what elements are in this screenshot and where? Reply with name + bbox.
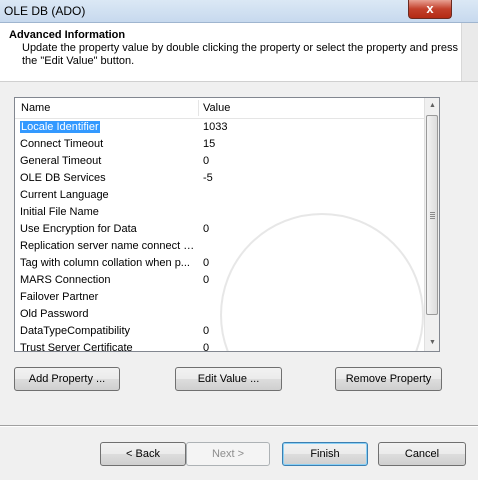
- table-row[interactable]: Connect Timeout 15: [15, 136, 424, 153]
- property-name: Tag with column collation when p...: [20, 257, 196, 269]
- next-button: Next >: [186, 442, 270, 466]
- property-name: Replication server name connect o...: [20, 240, 196, 252]
- property-name: Use Encryption for Data: [20, 223, 196, 235]
- finish-button[interactable]: Finish: [282, 442, 368, 466]
- close-button[interactable]: x: [408, 0, 452, 19]
- list-scrollbar[interactable]: ▲ ▼: [424, 98, 439, 351]
- column-value-header[interactable]: Value: [203, 102, 230, 114]
- table-row[interactable]: General Timeout 0: [15, 153, 424, 170]
- add-property-button[interactable]: Add Property ...: [14, 367, 120, 391]
- window-title: OLE DB (ADO): [4, 4, 86, 18]
- cancel-button[interactable]: Cancel: [378, 442, 466, 466]
- header-description: Update the property value by double clic…: [22, 42, 458, 67]
- scroll-down-icon[interactable]: ▼: [425, 335, 439, 351]
- table-row[interactable]: Trust Server Certificate 0: [15, 340, 424, 352]
- table-row[interactable]: Use Encryption for Data 0: [15, 221, 424, 238]
- property-name: MARS Connection: [20, 274, 196, 286]
- table-row[interactable]: MARS Connection 0: [15, 272, 424, 289]
- table-row[interactable]: Locale Identifier 1033: [15, 119, 424, 136]
- property-name-text: Old Password: [20, 308, 89, 320]
- property-value: 0: [203, 342, 210, 352]
- property-name-text: OLE DB Services: [20, 172, 106, 184]
- property-value: 0: [203, 274, 210, 286]
- property-name-text: Use Encryption for Data: [20, 223, 137, 235]
- edit-value-button[interactable]: Edit Value ...: [175, 367, 282, 391]
- property-name-text: General Timeout: [20, 155, 102, 167]
- property-rows: Locale Identifier 1033 Connect Timeout 15 Ge…: [15, 119, 424, 352]
- close-icon: x: [426, 1, 434, 16]
- property-name: Locale Identifier: [20, 121, 100, 133]
- property-name-text: Locale Identifier: [20, 121, 100, 133]
- property-name: DataTypeCompatibility: [20, 325, 196, 337]
- title-bar: OLE DB (ADO) x: [0, 0, 478, 23]
- property-name: Failover Partner: [20, 291, 196, 303]
- property-name-text: Trust Server Certificate: [20, 342, 133, 352]
- list-column-header: Name Value: [15, 98, 424, 119]
- property-name: Connect Timeout: [20, 138, 196, 150]
- scroll-thumb[interactable]: [426, 115, 438, 315]
- property-name: Current Language: [20, 189, 196, 201]
- property-name-text: Current Language: [20, 189, 109, 201]
- property-name: Trust Server Certificate: [20, 342, 196, 352]
- property-name-text: DataTypeCompatibility: [20, 325, 131, 337]
- scroll-up-icon[interactable]: ▲: [425, 98, 439, 114]
- property-name-text: Failover Partner: [20, 291, 99, 303]
- header-title: Advanced Information: [9, 29, 126, 41]
- property-name-text: Initial File Name: [20, 206, 99, 218]
- property-name-text: Tag with column collation when p...: [20, 257, 190, 269]
- property-value: 1033: [203, 121, 228, 133]
- property-value: 0: [203, 325, 210, 337]
- table-row[interactable]: Replication server name connect o...: [15, 238, 424, 255]
- back-button[interactable]: < Back: [100, 442, 186, 466]
- property-name-text: Connect Timeout: [20, 138, 104, 150]
- property-name: Initial File Name: [20, 206, 196, 218]
- grip-icon: [430, 212, 435, 219]
- column-divider[interactable]: [198, 100, 199, 116]
- table-row[interactable]: Failover Partner: [15, 289, 424, 306]
- remove-property-button[interactable]: Remove Property: [335, 367, 442, 391]
- property-name: OLE DB Services: [20, 172, 196, 184]
- property-name: Old Password: [20, 308, 196, 320]
- property-name-text: MARS Connection: [20, 274, 111, 286]
- property-name: General Timeout: [20, 155, 196, 167]
- table-row[interactable]: OLE DB Services -5: [15, 170, 424, 187]
- header-scrollbar[interactable]: [461, 23, 478, 81]
- info-header: Advanced Information Update the property…: [0, 23, 478, 82]
- property-name-text: Replication server name connect o...: [20, 240, 196, 252]
- table-row[interactable]: Initial File Name: [15, 204, 424, 221]
- property-value: 0: [203, 257, 210, 269]
- table-row[interactable]: DataTypeCompatibility 0: [15, 323, 424, 340]
- property-list[interactable]: Name Value Locale Identifier 1033 Connect …: [14, 97, 440, 352]
- table-row[interactable]: Current Language: [15, 187, 424, 204]
- column-name-header[interactable]: Name: [21, 102, 50, 114]
- table-row[interactable]: Tag with column collation when p... 0: [15, 255, 424, 272]
- property-value: 15: [203, 138, 216, 150]
- property-value: -5: [203, 172, 213, 184]
- table-row[interactable]: Old Password: [15, 306, 424, 323]
- property-value: 0: [203, 155, 210, 167]
- property-value: 0: [203, 223, 210, 235]
- footer-divider: [0, 425, 478, 427]
